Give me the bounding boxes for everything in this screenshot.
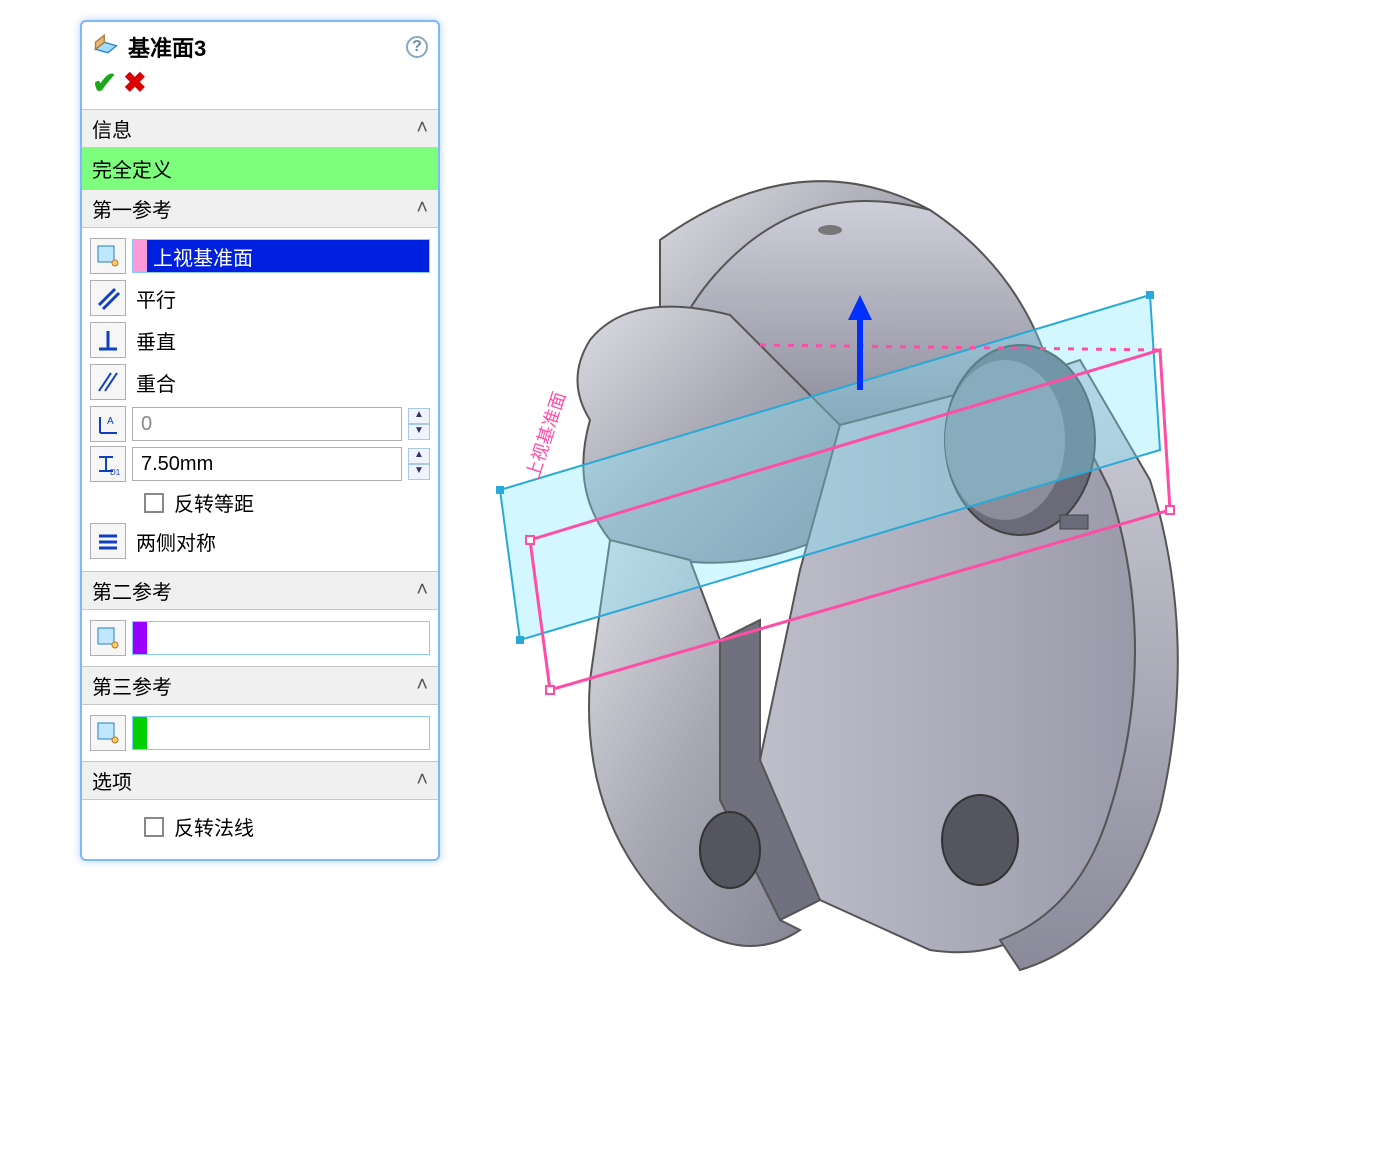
ref3-selection-empty xyxy=(147,717,429,749)
section-label-ref2: 第二参考 xyxy=(92,576,172,605)
perpendicular-label: 垂直 xyxy=(136,326,176,355)
chevron-up-icon: ˄ xyxy=(416,117,428,140)
angle-input[interactable]: 0 xyxy=(132,407,402,441)
section-body-ref1: 上视基准面 平行 垂直 重合 A 0 ▲ xyxy=(82,228,438,571)
chevron-up-icon: ˄ xyxy=(416,769,428,792)
mid-plane-icon[interactable] xyxy=(90,523,126,559)
perpendicular-icon[interactable] xyxy=(90,322,126,358)
section-label-options: 选项 xyxy=(92,766,132,795)
mid-plane-label: 两侧对称 xyxy=(136,527,216,556)
plane-icon xyxy=(92,30,128,64)
section-body-options: 反转法线 xyxy=(82,800,438,853)
section-header-options[interactable]: 选项 ˄ xyxy=(82,761,438,800)
face-plane-icon[interactable] xyxy=(90,238,126,274)
confirm-row: ✔ ✖ xyxy=(82,66,438,109)
status-banner: 完全定义 xyxy=(82,148,438,189)
section-label-info: 信息 xyxy=(92,114,132,143)
ref1-color-swatch xyxy=(133,240,147,272)
ref1-selection-text: 上视基准面 xyxy=(147,240,429,272)
section-header-info[interactable]: 信息 ˄ xyxy=(82,109,438,148)
chevron-up-icon: ˄ xyxy=(416,197,428,220)
flip-normal-label: 反转法线 xyxy=(174,812,254,841)
ok-button[interactable]: ✔ xyxy=(92,66,117,101)
svg-text:D1: D1 xyxy=(110,468,121,477)
offset-distance-icon[interactable]: D1 xyxy=(90,446,126,482)
section-body-ref3 xyxy=(82,705,438,761)
offset-input[interactable]: 7.50mm xyxy=(132,447,402,481)
model-view: 上视基准面 xyxy=(460,120,1340,1020)
ref3-selection-field[interactable] xyxy=(132,716,430,750)
svg-text:A: A xyxy=(107,416,114,427)
angle-spin-up[interactable]: ▲ xyxy=(408,408,430,424)
parallel-label: 平行 xyxy=(136,284,176,313)
section-label-ref3: 第三参考 xyxy=(92,671,172,700)
face-plane-icon[interactable] xyxy=(90,620,126,656)
panel-header: 基准面3 ? xyxy=(82,22,438,66)
ref2-selection-field[interactable] xyxy=(132,621,430,655)
graphics-viewport[interactable]: 上视基准面 xyxy=(460,120,1340,1020)
chevron-up-icon: ˄ xyxy=(416,674,428,697)
reference-plane-label: 上视基准面 xyxy=(523,389,570,481)
angle-spin-down[interactable]: ▼ xyxy=(408,424,430,440)
coincident-label: 重合 xyxy=(136,368,176,397)
offset-spin-up[interactable]: ▲ xyxy=(408,448,430,464)
section-label-ref1: 第一参考 xyxy=(92,194,172,223)
ref3-color-swatch xyxy=(133,717,147,749)
cancel-button[interactable]: ✖ xyxy=(123,66,146,101)
ref2-color-swatch xyxy=(133,622,147,654)
coincident-icon[interactable] xyxy=(90,364,126,400)
section-header-ref2[interactable]: 第二参考 ˄ xyxy=(82,571,438,610)
plane-property-panel: 基准面3 ? ✔ ✖ 信息 ˄ 完全定义 第一参考 ˄ 上视基准面 xyxy=(80,20,440,861)
panel-title: 基准面3 xyxy=(128,31,406,63)
angle-icon[interactable]: A xyxy=(90,406,126,442)
flip-offset-label: 反转等距 xyxy=(174,488,254,517)
face-plane-icon[interactable] xyxy=(90,715,126,751)
flip-normal-checkbox[interactable] xyxy=(144,817,164,837)
parallel-icon[interactable] xyxy=(90,280,126,316)
help-icon[interactable]: ? xyxy=(406,36,428,58)
section-body-ref2 xyxy=(82,610,438,666)
section-header-ref1[interactable]: 第一参考 ˄ xyxy=(82,189,438,228)
section-header-ref3[interactable]: 第三参考 ˄ xyxy=(82,666,438,705)
chevron-up-icon: ˄ xyxy=(416,579,428,602)
offset-spin-down[interactable]: ▼ xyxy=(408,464,430,480)
ref2-selection-empty xyxy=(147,622,429,654)
flip-offset-checkbox[interactable] xyxy=(144,493,164,513)
ref1-selection-field[interactable]: 上视基准面 xyxy=(132,239,430,273)
